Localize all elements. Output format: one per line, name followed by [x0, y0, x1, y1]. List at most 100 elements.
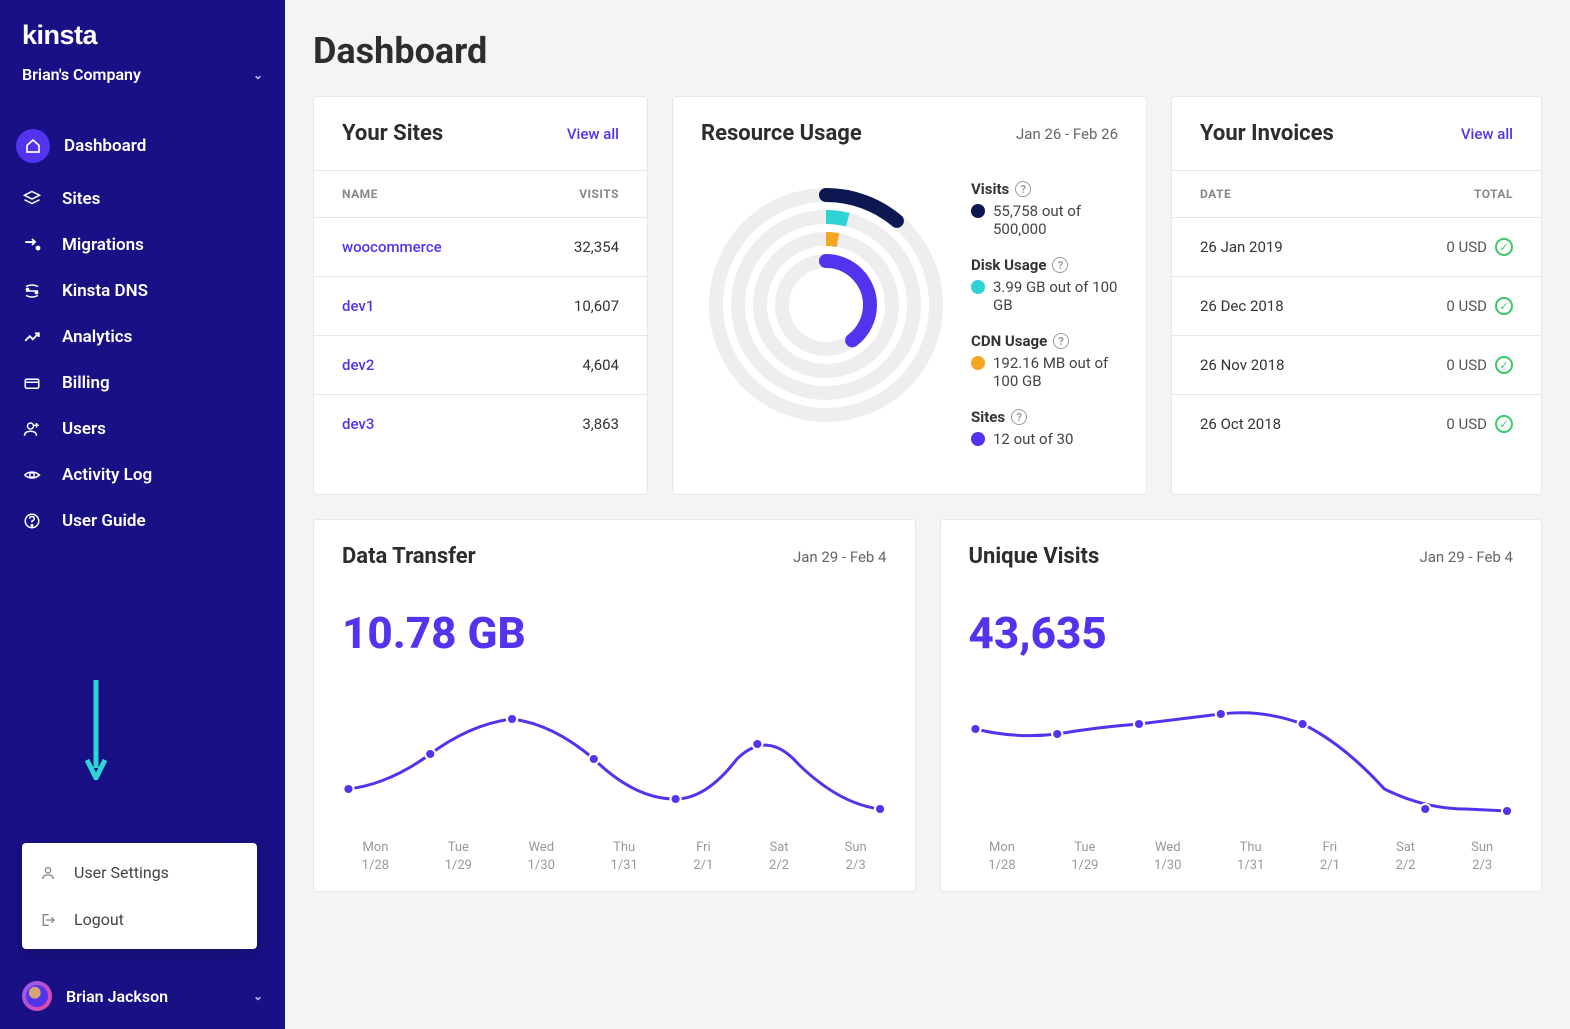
visits-value: 43,635 — [941, 593, 1542, 659]
date-range: Jan 29 - Feb 4 — [1419, 548, 1513, 566]
invoice-date: 26 Dec 2018 — [1200, 297, 1284, 315]
legend-item-disk: Disk Usage? 3.99 GB out of 100 GB — [971, 256, 1118, 314]
view-all-sites-link[interactable]: View all — [567, 125, 619, 143]
invoices-card: Your Invoices View all DATE TOTAL 26 Jan… — [1171, 96, 1542, 495]
sidebar-item-label: Dashboard — [64, 136, 146, 156]
table-row: dev3 3,863 — [314, 395, 647, 453]
page-title: Dashboard — [313, 30, 1542, 72]
user-popup: User Settings Logout — [22, 843, 257, 949]
sidebar-item-users[interactable]: Users — [0, 406, 285, 452]
invoice-total: 0 USD — [1446, 415, 1487, 433]
sidebar-item-billing[interactable]: Billing — [0, 360, 285, 406]
check-icon: ✓ — [1495, 356, 1513, 374]
sidebar-item-activity[interactable]: Activity Log — [0, 452, 285, 498]
resource-card: Resource Usage Jan 26 - Feb 26 — [672, 96, 1147, 495]
legend-item-visits: Visits? 55,758 out of 500,000 — [971, 180, 1118, 238]
table-row: woocommerce 32,354 — [314, 218, 647, 277]
sidebar-item-guide[interactable]: User Guide — [0, 498, 285, 544]
table-row[interactable]: 26 Oct 2018 0 USD ✓ — [1172, 395, 1541, 453]
help-icon[interactable]: ? — [1053, 333, 1069, 349]
users-icon — [22, 420, 42, 438]
legend-dot — [971, 356, 985, 370]
chevron-down-icon: ⌄ — [253, 989, 263, 1003]
popup-item-label: Logout — [74, 910, 124, 929]
user-icon — [40, 865, 60, 881]
legend-dot — [971, 432, 985, 446]
sidebar-item-migrations[interactable]: Migrations — [0, 222, 285, 268]
visits-card: Unique Visits Jan 29 - Feb 4 43,635 Mon1… — [940, 519, 1543, 892]
user-settings-item[interactable]: User Settings — [22, 849, 257, 896]
date-range: Jan 26 - Feb 26 — [1016, 125, 1118, 143]
house-icon — [23, 138, 43, 154]
table-row: dev1 10,607 — [314, 277, 647, 336]
check-icon: ✓ — [1495, 297, 1513, 315]
site-visits: 3,863 — [582, 415, 619, 433]
help-icon[interactable]: ? — [1052, 257, 1068, 273]
brand-logo: KINSTA — [22, 20, 263, 51]
sidebar-item-label: Billing — [62, 373, 110, 393]
sidebar-item-dns[interactable]: Kinsta DNS — [0, 268, 285, 314]
annotation-arrow — [85, 680, 107, 780]
transfer-value: 10.78 GB — [314, 593, 915, 659]
col-header: NAME — [342, 187, 378, 201]
sidebar-item-label: Migrations — [62, 235, 144, 255]
check-icon: ✓ — [1495, 238, 1513, 256]
col-header: DATE — [1200, 187, 1231, 201]
site-link[interactable]: woocommerce — [342, 238, 442, 256]
date-range: Jan 29 - Feb 4 — [793, 548, 887, 566]
table-row[interactable]: 26 Nov 20180 USD✓ — [1172, 336, 1541, 395]
help-icon[interactable]: ? — [1011, 409, 1027, 425]
resource-radial-chart — [701, 180, 951, 430]
table-row[interactable]: 26 Jan 2019 0 USD ✓ — [1172, 218, 1541, 277]
sidebar-item-dashboard[interactable]: Dashboard — [0, 116, 285, 176]
sidebar-item-label: Analytics — [62, 327, 132, 347]
layers-icon — [22, 190, 42, 208]
sidebar-item-analytics[interactable]: Analytics — [0, 314, 285, 360]
card-title: Data Transfer — [342, 544, 476, 569]
card-title: Your Invoices — [1200, 121, 1334, 146]
main-nav: Dashboard Sites Migrations Kinsta DNS An… — [0, 106, 285, 554]
analytics-icon — [22, 328, 42, 346]
card-title: Your Sites — [342, 121, 443, 146]
resource-legend: Visits? 55,758 out of 500,000 Disk Usage… — [971, 180, 1118, 466]
view-all-invoices-link[interactable]: View all — [1461, 125, 1513, 143]
invoice-date: 26 Jan 2019 — [1200, 238, 1283, 256]
invoice-total: 0 USD — [1446, 238, 1487, 256]
site-visits: 10,607 — [574, 297, 619, 315]
logout-item[interactable]: Logout — [22, 896, 257, 943]
site-visits: 32,354 — [574, 238, 619, 256]
chart-axis: Mon1/28 Tue1/29 Wed1/30 Thu1/31 Fri2/1 S… — [314, 839, 915, 891]
invoice-date: 26 Oct 2018 — [1200, 415, 1281, 433]
user-menu-toggle[interactable]: Brian Jackson ⌄ — [0, 963, 285, 1029]
chevron-down-icon: ⌄ — [253, 68, 263, 82]
main-content: Dashboard Your Sites View all NAME VISIT… — [285, 0, 1570, 1029]
sidebar-item-label: Sites — [62, 189, 100, 209]
logout-icon — [40, 912, 60, 928]
check-icon: ✓ — [1495, 415, 1513, 433]
transfer-card: Data Transfer Jan 29 - Feb 4 10.78 GB Mo… — [313, 519, 916, 892]
eye-icon — [22, 466, 42, 484]
user-name: Brian Jackson — [66, 987, 168, 1006]
company-name: Brian's Company — [22, 65, 141, 84]
table-row[interactable]: 26 Dec 2018 0 USD ✓ — [1172, 277, 1541, 336]
legend-dot — [971, 204, 985, 218]
legend-item-sites: Sites? 12 out of 30 — [971, 408, 1118, 448]
card-title: Resource Usage — [701, 121, 862, 146]
sidebar-item-label: User Guide — [62, 511, 146, 531]
col-header: VISITS — [579, 187, 619, 201]
company-selector[interactable]: Brian's Company ⌄ — [0, 59, 285, 106]
dns-icon — [22, 282, 42, 300]
migrate-icon — [22, 236, 42, 254]
card-title: Unique Visits — [969, 544, 1100, 569]
transfer-chart — [314, 659, 915, 839]
popup-item-label: User Settings — [74, 863, 169, 882]
sidebar-item-label: Kinsta DNS — [62, 281, 148, 301]
help-icon[interactable]: ? — [1015, 181, 1031, 197]
invoice-total: 0 USD — [1446, 297, 1487, 315]
table-row: dev24,604 — [314, 336, 647, 395]
site-link[interactable]: dev2 — [342, 356, 374, 374]
site-link[interactable]: dev1 — [342, 297, 374, 315]
site-link[interactable]: dev3 — [342, 415, 374, 433]
invoice-date: 26 Nov 2018 — [1200, 356, 1284, 374]
sidebar-item-sites[interactable]: Sites — [0, 176, 285, 222]
